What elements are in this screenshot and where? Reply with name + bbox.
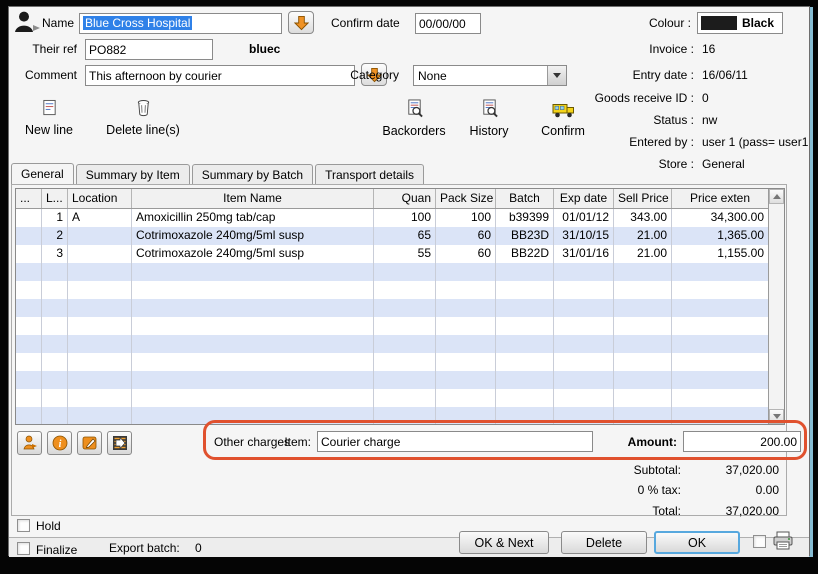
delete-lines-button[interactable]: Delete line(s): [93, 99, 193, 137]
customer-details-button[interactable]: [17, 431, 42, 455]
info-icon: i: [52, 435, 68, 451]
name-lookup-button[interactable]: [288, 11, 314, 34]
table-header[interactable]: ... L... Location Item Name Quan Pack Si…: [16, 189, 768, 209]
down-arrow-icon: [294, 15, 309, 31]
table-row[interactable]: 2 Cotrimoxazole 240mg/5ml susp 65 60 BB2…: [16, 227, 768, 245]
col-location[interactable]: Location: [68, 189, 132, 208]
name-selected-text: Blue Cross Hospital: [83, 16, 192, 30]
empty-row-area: [16, 263, 768, 424]
total-value: 37,020.00: [609, 504, 779, 518]
col-line[interactable]: L...: [42, 189, 68, 208]
new-line-icon: [41, 99, 58, 117]
backorders-icon: [405, 99, 424, 118]
col-sell-price[interactable]: Sell Price: [614, 189, 672, 208]
hold-checkbox[interactable]: [17, 519, 30, 532]
trash-icon: [136, 99, 151, 117]
col-item-name[interactable]: Item Name: [132, 189, 374, 208]
col-quan[interactable]: Quan: [374, 189, 436, 208]
scroll-down-icon[interactable]: [769, 409, 784, 424]
tab-bar: General Summary by Item Summary by Batch…: [11, 163, 424, 184]
other-charges-item-input[interactable]: [317, 431, 593, 452]
col-price-exten[interactable]: Price exten: [672, 189, 768, 208]
line-tools: i: [17, 431, 132, 455]
colour-label: Colour :: [569, 16, 691, 30]
printer-icon[interactable]: [772, 531, 795, 556]
ok-next-button[interactable]: OK & Next: [459, 531, 549, 554]
export-batch-value: 0: [195, 541, 202, 555]
colour-swatch: [701, 16, 737, 30]
name-input[interactable]: Blue Cross Hospital: [79, 13, 282, 34]
col-dots[interactable]: ...: [16, 189, 42, 208]
entered-by-value: user 1 (pass= user1: [702, 135, 808, 149]
status-value: nw: [702, 113, 717, 127]
category-label: Category: [309, 68, 399, 82]
table-row[interactable]: 3 Cotrimoxazole 240mg/5ml susp 55 60 BB2…: [16, 245, 768, 263]
edit-note-button[interactable]: [77, 431, 102, 455]
colour-name: Black: [737, 16, 779, 30]
scroll-up-icon[interactable]: [769, 189, 784, 204]
tab-general[interactable]: General: [11, 163, 74, 184]
ok-button[interactable]: OK: [654, 531, 740, 554]
print-checkbox[interactable]: [753, 535, 766, 548]
subtotal-row: Subtotal: 37,020.00: [9, 463, 809, 479]
other-charges-item-label: Item:: [271, 435, 311, 449]
total-row: Total: 37,020.00: [9, 504, 809, 520]
finalize-label: Finalize: [36, 543, 77, 557]
tax-row: 0 % tax: 0.00: [9, 483, 809, 499]
goods-receive-value: 0: [702, 91, 709, 105]
confirm-date-input[interactable]: [415, 13, 481, 34]
history-icon: [480, 99, 499, 118]
colour-picker[interactable]: Black: [697, 12, 783, 34]
tab-summary-by-batch[interactable]: Summary by Batch: [192, 164, 313, 184]
invoice-value: 16: [702, 42, 715, 56]
subtotal-value: 37,020.00: [609, 463, 779, 477]
col-batch[interactable]: Batch: [496, 189, 554, 208]
svg-text:i: i: [58, 439, 61, 450]
invoice-label: Invoice :: [459, 42, 694, 56]
table-scrollbar[interactable]: [768, 189, 784, 424]
name-label: Name: [42, 16, 74, 30]
name-code-text: bluec: [249, 42, 280, 56]
entry-date-label: Entry date :: [459, 68, 694, 82]
orange-person-icon: [22, 435, 38, 451]
tab-transport-details[interactable]: Transport details: [315, 164, 424, 184]
list-arrow-icon: [112, 435, 128, 451]
hold-label: Hold: [36, 519, 61, 533]
truck-icon: [552, 103, 575, 118]
confirm-date-label: Confirm date: [331, 16, 400, 30]
tab-summary-by-item[interactable]: Summary by Item: [76, 164, 190, 184]
table-row[interactable]: 1 A Amoxicillin 250mg tab/cap 100 100 b3…: [16, 209, 768, 227]
their-ref-input[interactable]: [85, 39, 213, 60]
tax-value: 0.00: [609, 483, 779, 497]
delete-button[interactable]: Delete: [561, 531, 647, 554]
amount-label: Amount:: [601, 435, 677, 449]
customer-icon: [14, 11, 41, 37]
their-ref-label: Their ref: [9, 42, 77, 56]
new-line-button[interactable]: New line: [9, 99, 89, 137]
pencil-note-icon: [82, 435, 98, 451]
store-label: Store :: [459, 157, 694, 171]
store-value: General: [702, 157, 745, 171]
export-batch-label: Export batch:: [109, 541, 180, 555]
finalize-checkbox[interactable]: [17, 542, 30, 555]
comment-label: Comment: [9, 68, 77, 82]
entry-date-value: 16/06/11: [702, 68, 748, 82]
amount-input[interactable]: [683, 431, 801, 452]
col-exp-date[interactable]: Exp date: [554, 189, 614, 208]
confirm-button[interactable]: Confirm: [519, 103, 607, 138]
invoice-lines-table[interactable]: ... L... Location Item Name Quan Pack Si…: [15, 188, 785, 425]
info-button[interactable]: i: [47, 431, 72, 455]
customer-invoice-window: Name Blue Cross Hospital Confirm date Co…: [8, 6, 810, 556]
export-lines-button[interactable]: [107, 431, 132, 455]
col-pack-size[interactable]: Pack Size: [436, 189, 496, 208]
